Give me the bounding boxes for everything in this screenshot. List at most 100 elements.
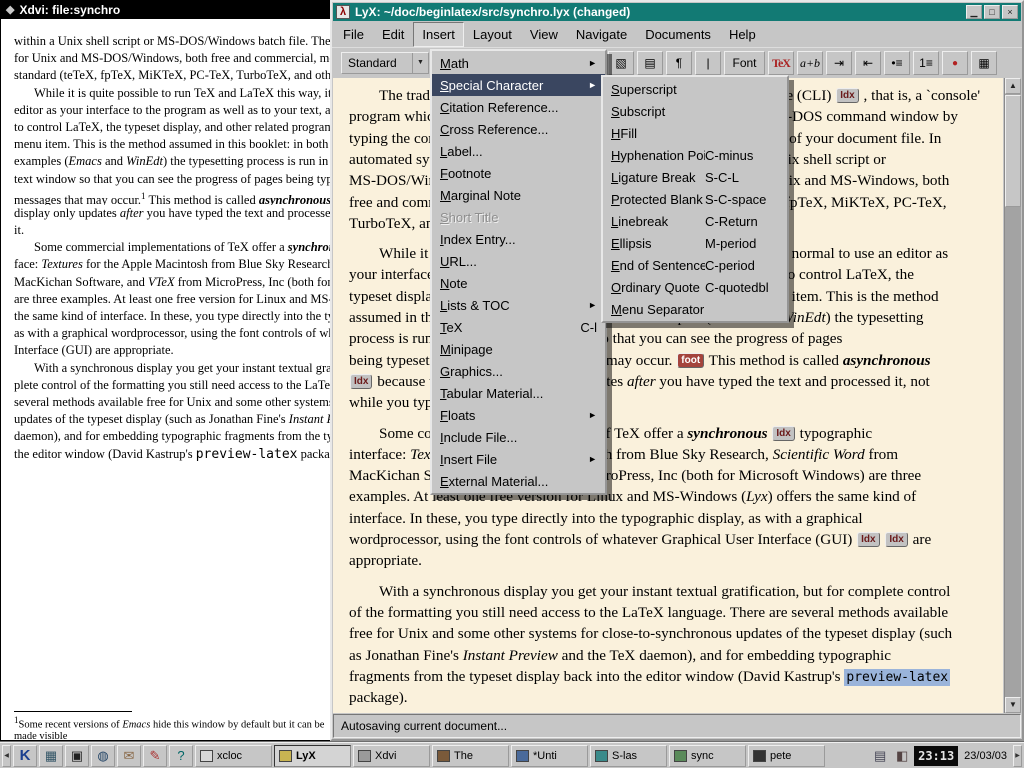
lyx-window-icon: λ (336, 5, 350, 19)
menu-item-subscript[interactable]: Subscript (603, 100, 787, 122)
lyx-titlebar[interactable]: λ LyX: ~/doc/beginlatex/src/synchro.lyx … (333, 3, 1021, 21)
idx-inset[interactable]: Idx (836, 88, 858, 103)
menu-item-ligature-break[interactable]: Ligature BreakS-C-L (603, 166, 787, 188)
taskbar-window-pete[interactable]: pete (748, 745, 825, 767)
menu-item-math[interactable]: Math► (432, 52, 605, 74)
scheduler-icon[interactable]: ◧ (892, 746, 912, 766)
menu-item-external-material[interactable]: External Material... (432, 470, 605, 492)
note-button[interactable]: ● (942, 51, 968, 75)
menu-item-graphics[interactable]: Graphics... (432, 360, 605, 382)
document-line: while you type. (349, 392, 443, 414)
menu-item-superscript[interactable]: Superscript (603, 78, 787, 100)
klipper-icon[interactable]: ▤ (870, 746, 890, 766)
window-label: xcloc (217, 750, 242, 762)
lyx-menubar: FileEditInsertLayoutViewNavigateDocument… (332, 21, 1022, 47)
minimize-button[interactable]: ▁ (966, 5, 982, 19)
kmail-icon[interactable]: ✉ (117, 745, 141, 767)
taskbar-window-sync[interactable]: sync (669, 745, 746, 767)
scrollbar-thumb[interactable] (1005, 95, 1021, 207)
insert-table-button[interactable]: ▤ (637, 51, 663, 75)
kmenu-button[interactable]: K (13, 745, 37, 767)
xdvi-line: With a synchronous display you get your … (14, 360, 336, 377)
taskbar-window-xcloc[interactable]: xcloc (195, 745, 272, 767)
menu-item-insert-file[interactable]: Insert File► (432, 448, 605, 470)
menu-item-label[interactable]: Label... (432, 140, 605, 162)
konqueror-icon[interactable]: ◍ (91, 745, 115, 767)
xdvi-titlebar[interactable]: ◆ Xdvi: file:synchro (1, 1, 336, 19)
menu-item-menu-separator[interactable]: Menu Separator (603, 298, 787, 320)
idx-inset[interactable]: Idx (857, 532, 879, 547)
xdvi-page[interactable]: within a Unix shell script or MS-DOS/Win… (1, 19, 336, 739)
menu-item-floats[interactable]: Floats► (432, 404, 605, 426)
ter minal-icon[interactable]: ▣ (65, 745, 89, 767)
clock-date[interactable]: 23/03/03 (960, 750, 1011, 762)
scroll-up-button[interactable]: ▲ (1005, 78, 1021, 94)
menu-item-linebreak[interactable]: LinebreakC-Return (603, 210, 787, 232)
menu-item-tex[interactable]: TeXC-l (432, 316, 605, 338)
xdvi-line: MacKichan Software, and VTeX from MicroP… (14, 274, 336, 291)
menu-documents[interactable]: Documents (636, 22, 720, 47)
menu-navigate[interactable]: Navigate (567, 22, 636, 47)
close-button[interactable]: × (1002, 5, 1018, 19)
menu-layout[interactable]: Layout (464, 22, 521, 47)
marginpar-button[interactable]: ¶ (666, 51, 692, 75)
menu-item-hfill[interactable]: HFill (603, 122, 787, 144)
insert-figure-button[interactable]: ▧ (608, 51, 634, 75)
font-dialog-button[interactable]: Font (724, 51, 765, 75)
taskbar-window-xdvi[interactable]: Xdvi (353, 745, 430, 767)
foot-inset[interactable]: foot (677, 353, 704, 368)
itemize-button[interactable]: •≡ (884, 51, 910, 75)
menu-item-include-file[interactable]: Include File... (432, 426, 605, 448)
menu-item-url[interactable]: URL... (432, 250, 605, 272)
menu-item-protected-blank[interactable]: Protected BlankS-C-space (603, 188, 787, 210)
digital-clock[interactable]: 23:13 (914, 746, 958, 766)
menu-insert[interactable]: Insert (413, 22, 464, 47)
menu-item-lists-toc[interactable]: Lists & TOC► (432, 294, 605, 316)
menu-item-footnote[interactable]: Footnote (432, 162, 605, 184)
vertical-scrollbar[interactable]: ▲ ▼ (1004, 78, 1021, 713)
taskbar-window-unti[interactable]: *Unti (511, 745, 588, 767)
scroll-down-button[interactable]: ▼ (1005, 697, 1021, 713)
layout-combo[interactable]: Standard ▼ (341, 52, 429, 74)
math-mode-button[interactable]: a+b (797, 51, 823, 75)
menu-file[interactable]: File (334, 22, 373, 47)
editor-icon[interactable]: ✎ (143, 745, 167, 767)
menu-item-note[interactable]: Note (432, 272, 605, 294)
idx-inset[interactable]: Idx (350, 374, 372, 389)
enumerate-button[interactable]: 1≡ (913, 51, 939, 75)
menu-item-hyphenation-point[interactable]: Hyphenation PointC-minus (603, 144, 787, 166)
idx-inset[interactable]: Idx (885, 532, 907, 547)
menu-item-end-of-sentence[interactable]: End of SentenceC-period (603, 254, 787, 276)
panel-hide-left-button[interactable]: ◀ (2, 745, 11, 767)
taskbar-window-the[interactable]: The (432, 745, 509, 767)
depth-plus-button[interactable]: ⇥ (826, 51, 852, 75)
menu-view[interactable]: View (521, 22, 567, 47)
menu-item-ellipsis[interactable]: EllipsisM-period (603, 232, 787, 254)
hfill-button[interactable]: | (695, 51, 721, 75)
menu-edit[interactable]: Edit (373, 22, 413, 47)
menu-item-cross-reference[interactable]: Cross Reference... (432, 118, 605, 140)
show-desktop-icon[interactable]: ▦ (39, 745, 63, 767)
depth-minus-button[interactable]: ⇤ (855, 51, 881, 75)
menu-item-index-entry[interactable]: Index Entry... (432, 228, 605, 250)
lyx-title: LyX: ~/doc/beginlatex/src/synchro.lyx (c… (355, 5, 961, 19)
menu-item-special-character[interactable]: Special Character► (432, 74, 605, 96)
menu-item-minipage[interactable]: Minipage (432, 338, 605, 360)
menu-item-marginal-note[interactable]: Marginal Note (432, 184, 605, 206)
help-icon[interactable]: ? (169, 745, 193, 767)
menu-item-citation-reference[interactable]: Citation Reference... (432, 96, 605, 118)
tex-mode-button[interactable]: TeX (768, 51, 794, 75)
combo-arrow-icon[interactable]: ▼ (412, 53, 428, 73)
menu-item-ordinary-quote[interactable]: Ordinary QuoteC-quotedbl (603, 276, 787, 298)
tabular-button[interactable]: ▦ (971, 51, 997, 75)
taskbar-window-lyx[interactable]: LyX (274, 745, 351, 767)
titlebar-buttons: ▁□× (966, 5, 1018, 19)
maximize-button[interactable]: □ (984, 5, 1000, 19)
panel-hide-right-button[interactable]: ▶ (1013, 745, 1022, 767)
submenu-arrow-icon: ► (588, 300, 597, 310)
xdvi-window: ◆ Xdvi: file:synchro within a Unix shell… (0, 0, 337, 741)
menu-help[interactable]: Help (720, 22, 765, 47)
menu-item-tabular-material[interactable]: Tabular Material... (432, 382, 605, 404)
idx-inset[interactable]: Idx (772, 426, 794, 441)
taskbar-window-s-las[interactable]: S-las (590, 745, 667, 767)
